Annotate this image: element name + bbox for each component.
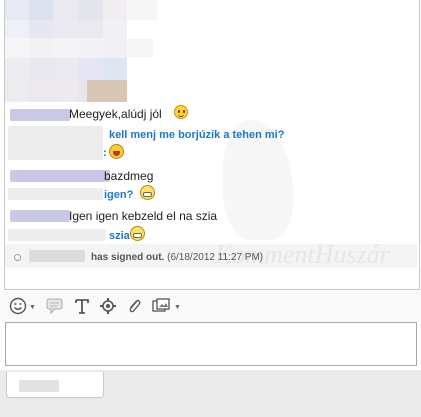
send-image-button[interactable] [150,296,172,316]
tab-name-redacted [19,380,59,392]
message-input[interactable] [5,322,417,366]
nudge-button[interactable] [44,296,66,316]
settings-icon [100,298,116,314]
pixelated-block [53,58,78,80]
sender-name-redacted [10,170,110,182]
message-text: : [103,147,107,159]
font-button[interactable] [72,296,92,316]
pixelated-block [103,58,127,80]
sender-name-redacted [8,126,103,160]
sender-name-redacted [29,250,85,262]
font-icon [75,299,89,314]
pixelated-block [78,20,103,38]
pixelated-block [103,20,127,38]
pixelated-block [53,20,78,38]
pixelated-block [5,38,29,58]
message-text: szia [109,230,130,242]
emoticon-icon [9,297,27,315]
pixelated-block [103,38,127,58]
grin-emoticon [140,185,155,200]
pixelated-block [29,20,53,38]
conversation-tab[interactable] [6,372,104,398]
grin-emoticon [130,226,145,241]
image-icon [152,298,170,312]
pixelated-block [53,80,78,102]
sender-name-redacted [10,109,70,121]
pixelated-block [53,38,78,58]
pixelated-block [87,80,127,102]
attach-icon [129,299,141,313]
pixelated-block [29,58,53,80]
sender-name-redacted [8,188,103,200]
pixelated-block [78,58,103,80]
sender-name-redacted [10,210,70,222]
watermark-text: KommentHuszár [215,240,390,269]
pixelated-block [5,0,29,20]
message-text: kell menj me borjúzik a tehen mi? [109,129,285,141]
image-dropdown-caret[interactable]: ▼ [174,304,181,311]
chat-window: Meegyek,alúdj jól kell menj me borjúzik … [0,0,421,417]
message-toolbar: ▼ ▼ [0,290,421,322]
attach-file-button[interactable] [124,296,144,316]
pixelated-block [29,80,53,102]
pixelated-block [127,0,157,20]
smile-emoticon [174,105,188,119]
pixelated-block [5,20,29,38]
pixelated-block [53,0,78,20]
message-text: Meegyek,alúdj jól [69,107,162,121]
emoticon-button[interactable] [8,296,28,316]
message-text: bazdmeg [104,169,154,183]
status-message: has signed out. [91,252,165,263]
pixelated-block [127,38,153,58]
offline-status-icon [14,254,21,261]
pixelated-block [78,0,103,20]
message-text: igen? [104,189,134,201]
pixelated-block [5,58,29,80]
sender-name-redacted [8,229,106,241]
pixelated-block [29,38,53,58]
emoticon-dropdown-caret[interactable]: ▼ [29,304,36,311]
settings-button[interactable] [98,296,118,316]
pixelated-block [5,80,29,102]
speech-bubble-icon [46,298,63,315]
pixelated-block [103,0,127,20]
pixelated-block [78,38,103,58]
pixelated-block [29,0,53,20]
message-text: Igen igen kebzeld el na szia [69,209,218,223]
laugh-emoticon [109,144,124,159]
